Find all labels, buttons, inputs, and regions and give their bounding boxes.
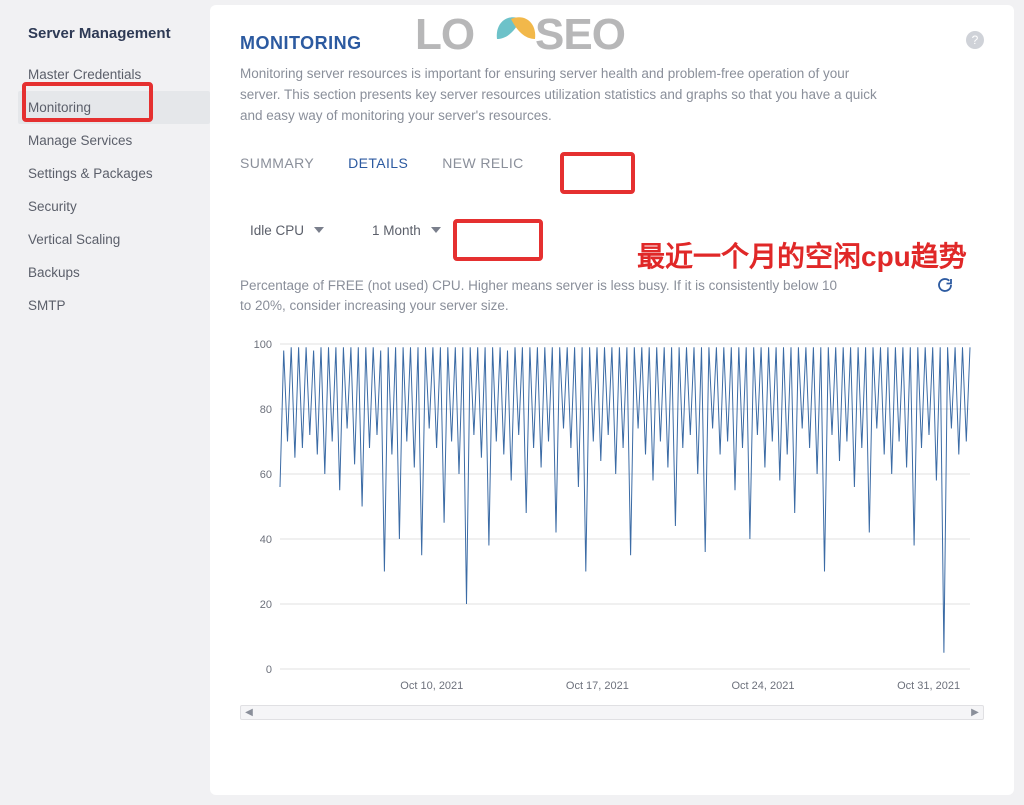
- svg-text:Oct 31, 2021: Oct 31, 2021: [897, 680, 960, 692]
- svg-text:20: 20: [260, 599, 272, 611]
- svg-text:40: 40: [260, 534, 272, 546]
- idle-cpu-chart: 0 20 40 60 80 100 Oct 10, 2021 Oct 17, 2021 Oct …: [240, 334, 980, 699]
- scroll-right-icon[interactable]: ▶: [967, 706, 983, 719]
- chart-description: Percentage of FREE (not used) CPU. Highe…: [240, 276, 850, 317]
- refresh-icon[interactable]: [936, 276, 954, 294]
- svg-text:Oct 17, 2021: Oct 17, 2021: [566, 680, 629, 692]
- svg-text:60: 60: [260, 469, 272, 481]
- svg-text:Oct 24, 2021: Oct 24, 2021: [732, 680, 795, 692]
- chevron-down-icon: [431, 227, 441, 233]
- sidebar-item-security[interactable]: Security: [18, 190, 210, 223]
- range-select-value: 1 Month: [372, 223, 421, 238]
- tab-details[interactable]: DETAILS: [348, 155, 408, 175]
- metric-select[interactable]: Idle CPU: [240, 215, 334, 246]
- sidebar-item-monitoring[interactable]: Monitoring: [18, 91, 210, 124]
- help-icon[interactable]: ?: [966, 31, 984, 49]
- sidebar-item-settings-packages[interactable]: Settings & Packages: [18, 157, 210, 190]
- scroll-left-icon[interactable]: ◀: [241, 706, 257, 719]
- page-title: MONITORING: [240, 33, 984, 54]
- svg-text:100: 100: [254, 339, 272, 351]
- range-select[interactable]: 1 Month: [362, 215, 451, 246]
- sidebar-item-manage-services[interactable]: Manage Services: [18, 124, 210, 157]
- sidebar-item-master-credentials[interactable]: Master Credentials: [18, 58, 210, 91]
- metric-select-value: Idle CPU: [250, 223, 304, 238]
- tab-new-relic[interactable]: NEW RELIC: [442, 155, 523, 175]
- page-description: Monitoring server resources is important…: [240, 64, 880, 127]
- svg-text:Oct 10, 2021: Oct 10, 2021: [400, 680, 463, 692]
- sidebar: Server Management Master Credentials Mon…: [0, 0, 210, 805]
- sidebar-item-vertical-scaling[interactable]: Vertical Scaling: [18, 223, 210, 256]
- svg-text:0: 0: [266, 664, 272, 676]
- sidebar-title: Server Management: [28, 25, 200, 42]
- chart-horizontal-scrollbar[interactable]: ◀ ▶: [240, 705, 984, 720]
- chevron-down-icon: [314, 227, 324, 233]
- tab-summary[interactable]: SUMMARY: [240, 155, 314, 175]
- tabs: SUMMARY DETAILS NEW RELIC: [240, 155, 984, 175]
- svg-text:80: 80: [260, 404, 272, 416]
- main-panel: ? MONITORING Monitoring server resources…: [210, 5, 1014, 795]
- sidebar-item-smtp[interactable]: SMTP: [18, 289, 210, 322]
- sidebar-item-backups[interactable]: Backups: [18, 256, 210, 289]
